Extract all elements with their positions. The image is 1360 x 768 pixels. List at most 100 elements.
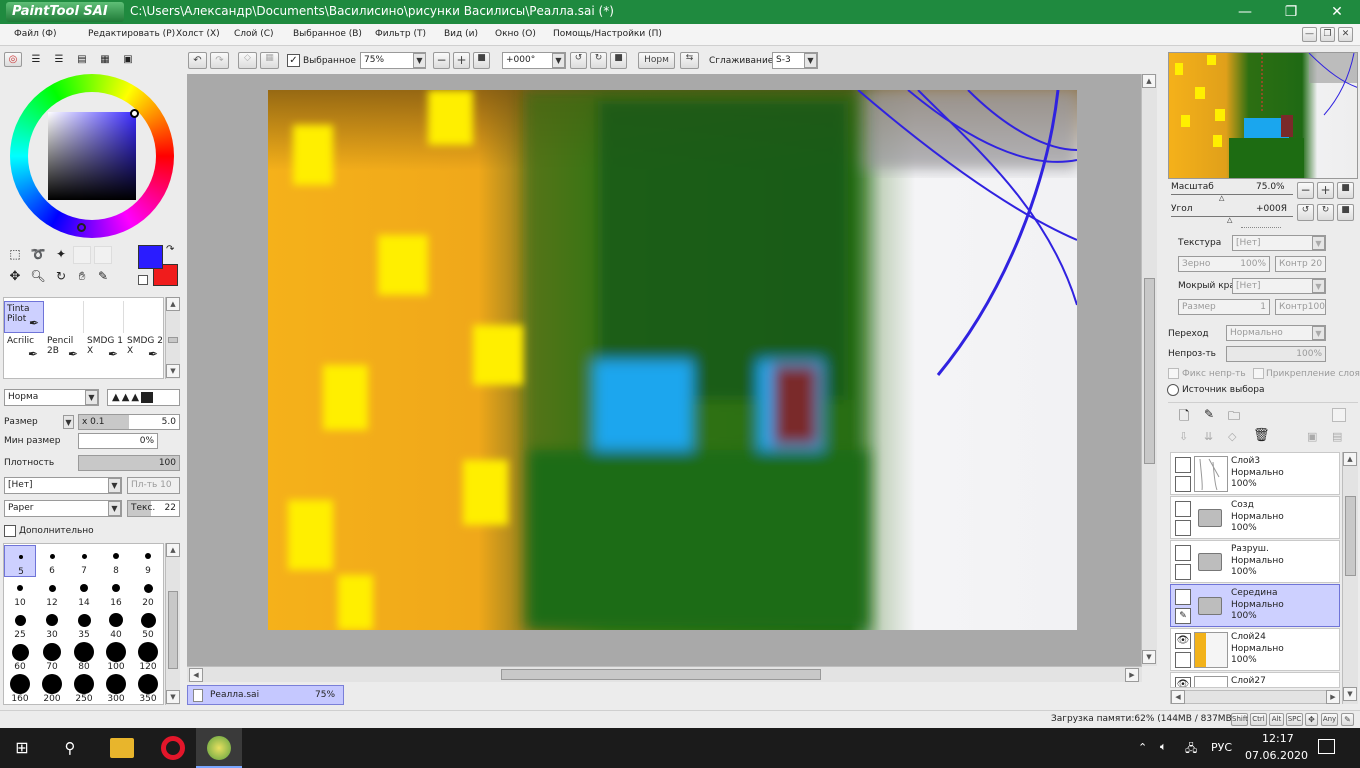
merge-down-icon[interactable]: ⇊ bbox=[1204, 430, 1213, 443]
visibility-toggle[interactable] bbox=[1175, 501, 1191, 517]
file-explorer-icon[interactable] bbox=[110, 738, 134, 758]
brush-shape-dropdown-icon[interactable]: ▼ bbox=[108, 478, 121, 493]
brush-scrollbar[interactable]: ▲ ▼ bbox=[165, 297, 180, 379]
lock-toggle[interactable] bbox=[1175, 476, 1191, 492]
magic-wand-icon[interactable]: ✦ bbox=[52, 247, 70, 263]
scroll-right-icon[interactable]: ▶ bbox=[1125, 668, 1139, 682]
menu-canvas[interactable]: Холст (Х) bbox=[176, 29, 220, 39]
opacity-slider[interactable]: 100% bbox=[1226, 346, 1326, 362]
brush-size-cell[interactable]: 9 bbox=[132, 545, 164, 577]
scroll-down-icon[interactable]: ▼ bbox=[166, 364, 180, 378]
selection-source-radio[interactable] bbox=[1167, 384, 1179, 396]
rotate-tool-icon[interactable]: ↻ bbox=[52, 269, 70, 285]
language-indicator[interactable]: РУС bbox=[1211, 741, 1232, 754]
nav-rotate-left-icon[interactable]: ↺ bbox=[1297, 204, 1314, 221]
brush-size-cell[interactable]: 25 bbox=[4, 609, 36, 641]
primary-color[interactable] bbox=[138, 245, 163, 269]
rotate-right-icon[interactable]: ↻ bbox=[590, 52, 607, 69]
menu-edit[interactable]: Редактировать (Р) bbox=[88, 29, 175, 39]
zoom-dropdown-icon[interactable]: ▼ bbox=[413, 53, 426, 68]
brush-smdg-1[interactable]: SMDG 1 X ✒ bbox=[84, 335, 124, 365]
layers-scrollbar[interactable]: ▲ ▼ bbox=[1342, 452, 1358, 704]
rotate-reset-icon[interactable]: ■ bbox=[610, 52, 627, 69]
brush-smdg-2[interactable]: SMDG 2 X ✒ bbox=[124, 335, 164, 365]
brush-mode-dropdown-icon[interactable]: ▼ bbox=[85, 390, 98, 405]
rotate-left-icon[interactable]: ↺ bbox=[570, 52, 587, 69]
visibility-toggle[interactable] bbox=[1175, 589, 1191, 605]
show-hidden-icons-icon[interactable]: ⌃ bbox=[1138, 741, 1147, 754]
scroll-down-icon[interactable]: ▼ bbox=[1142, 650, 1156, 664]
brush-size-cell[interactable]: 300 bbox=[100, 673, 132, 705]
scroll-up-icon[interactable]: ▲ bbox=[166, 543, 180, 557]
redo-icon[interactable]: ↷ bbox=[210, 52, 229, 69]
scroll-thumb[interactable] bbox=[168, 337, 178, 343]
brush-size-cell[interactable]: 7 bbox=[68, 545, 100, 577]
layer-options-icon[interactable] bbox=[1332, 408, 1346, 422]
transfer-down-icon[interactable]: ⇩ bbox=[1179, 430, 1188, 443]
clipping-checkbox[interactable] bbox=[1253, 368, 1264, 379]
scroll-thumb[interactable] bbox=[1345, 496, 1356, 576]
brush-size-cell[interactable]: 14 bbox=[68, 577, 100, 609]
layer-row[interactable]: 👁︎ Слой27 bbox=[1170, 672, 1340, 688]
nav-zoom-handle[interactable]: △ bbox=[1219, 194, 1224, 202]
delete-layer-icon[interactable]: 🗑︎ bbox=[1253, 428, 1270, 443]
layer-row[interactable]: Разруш. Нормально 100% bbox=[1170, 540, 1340, 583]
brush-size-cell[interactable]: 60 bbox=[4, 641, 36, 673]
panel-splitter[interactable] bbox=[1241, 227, 1281, 229]
scroll-up-icon[interactable]: ▲ bbox=[1343, 452, 1357, 466]
clock-date[interactable]: 07.06.2020 bbox=[1245, 749, 1308, 762]
brush-size-cell[interactable]: 8 bbox=[100, 545, 132, 577]
menu-window[interactable]: Окно (О) bbox=[495, 29, 536, 39]
brush-shape-buttons[interactable]: ▲▲▲■ bbox=[107, 389, 180, 406]
eye-icon[interactable]: 👁︎ bbox=[1175, 677, 1191, 687]
brush-pencil-2b[interactable]: Pencil 2B ✒ bbox=[44, 335, 84, 365]
size-mult-dropdown-icon[interactable]: ▼ bbox=[63, 415, 74, 429]
navigator-preview[interactable] bbox=[1168, 52, 1358, 179]
layer-row[interactable]: Созд Нормально 100% bbox=[1170, 496, 1340, 539]
swatches-tab-icon[interactable]: ▤ bbox=[73, 53, 91, 66]
new-layer-icon[interactable]: 🗋 bbox=[1179, 407, 1189, 429]
sv-picker-handle[interactable] bbox=[130, 109, 139, 118]
menu-file[interactable]: Файл (Ф) bbox=[14, 29, 57, 39]
move-icon[interactable]: ✥ bbox=[6, 269, 24, 285]
scroll-down-icon[interactable]: ▼ bbox=[1343, 687, 1357, 701]
transparent-color-icon[interactable] bbox=[138, 275, 148, 285]
blend-mode-select[interactable]: Нормально bbox=[1226, 325, 1326, 341]
rgb-sliders-tab-icon[interactable]: ☰ bbox=[27, 53, 45, 66]
brush-size-cell[interactable]: 200 bbox=[36, 673, 68, 705]
zoom-tool-icon[interactable]: 🔍︎ bbox=[29, 269, 47, 285]
flip-icon[interactable]: ⇆ bbox=[680, 52, 699, 69]
brush-size-cell[interactable]: 120 bbox=[132, 641, 164, 673]
scratchpad-tab-icon[interactable]: ▣ bbox=[119, 53, 137, 66]
color-wheel-tab-icon[interactable]: ◎ bbox=[4, 52, 22, 67]
brush-shape-select[interactable]: [Нет] bbox=[4, 477, 122, 494]
network-icon[interactable]: 🖧︎ bbox=[1185, 740, 1197, 759]
deselect-icon[interactable]: ◇ bbox=[238, 52, 257, 69]
brush-size-cell[interactable]: 10 bbox=[4, 577, 36, 609]
brush-size-cell[interactable]: 16 bbox=[100, 577, 132, 609]
min-size-slider[interactable]: 0% bbox=[78, 433, 158, 449]
search-icon[interactable]: ⚲ bbox=[60, 738, 80, 758]
rect-select-icon[interactable]: ⬚ bbox=[6, 247, 24, 263]
canvas-vscrollbar[interactable]: ▲ ▼ bbox=[1141, 74, 1157, 666]
layer-mask-icon[interactable]: ▣ bbox=[1307, 430, 1317, 443]
nav-angle-handle[interactable]: △ bbox=[1227, 216, 1232, 224]
layer-row[interactable]: 👁︎ Слой24 Нормально 100% bbox=[1170, 628, 1340, 671]
brush-acrilic[interactable]: Acrilic ✒ bbox=[4, 335, 44, 365]
eyedropper-icon[interactable]: ✎ bbox=[94, 269, 112, 285]
zoom-reset-icon[interactable]: ■ bbox=[473, 52, 490, 69]
advanced-checkbox[interactable] bbox=[4, 525, 16, 537]
edit-pen-icon[interactable]: ✎ bbox=[1175, 608, 1191, 624]
nav-rotate-reset-icon[interactable]: ■ bbox=[1337, 204, 1354, 221]
nav-zoom-slider[interactable] bbox=[1171, 194, 1293, 195]
new-linework-layer-icon[interactable]: ✎ bbox=[1204, 407, 1214, 421]
menu-help[interactable]: Помощь/Настройки (П) bbox=[553, 29, 662, 39]
texture-dropdown-icon[interactable]: ▼ bbox=[108, 501, 121, 516]
swap-colors-icon[interactable]: ↷ bbox=[166, 245, 178, 257]
menu-selection[interactable]: Выбранное (В) bbox=[293, 29, 362, 39]
nav-zoom-out-icon[interactable]: − bbox=[1297, 182, 1314, 199]
new-folder-icon[interactable]: 🗀 bbox=[1228, 407, 1240, 428]
texture-strength-slider[interactable]: Текс. 22 bbox=[127, 500, 180, 517]
angle-dropdown-icon[interactable]: ▼ bbox=[552, 53, 565, 68]
volume-icon[interactable]: 🔈︎ bbox=[1160, 740, 1167, 754]
